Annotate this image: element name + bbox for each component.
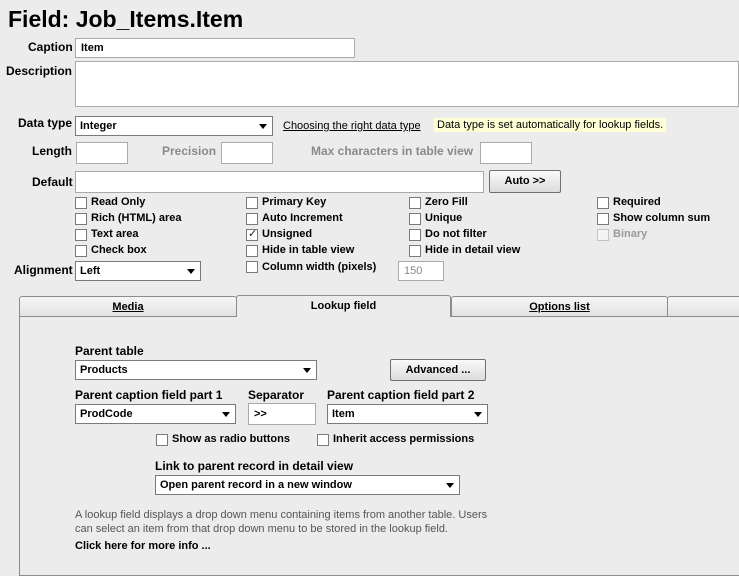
- tab-media[interactable]: Media: [19, 296, 237, 317]
- data-type-label: Data type: [18, 116, 73, 130]
- data-type-help-link[interactable]: Choosing the right data type: [283, 120, 421, 132]
- show-radio-label: Show as radio buttons: [172, 433, 290, 445]
- auto-increment-label: Auto Increment: [262, 212, 343, 224]
- do-not-filter-label: Do not filter: [425, 228, 487, 240]
- check-box-label: Check box: [91, 244, 147, 256]
- chevron-down-icon: [474, 412, 482, 417]
- link-parent-label: Link to parent record in detail view: [155, 459, 354, 473]
- show-column-sum-checkbox[interactable]: [597, 213, 609, 225]
- parent-table-select[interactable]: Products: [75, 360, 317, 380]
- unique-label: Unique: [425, 212, 463, 224]
- description-label: Description: [6, 64, 73, 78]
- alignment-label: Alignment: [14, 263, 73, 277]
- length-input[interactable]: [76, 142, 128, 164]
- separator-input[interactable]: [248, 403, 316, 425]
- chevron-down-icon: [446, 483, 454, 488]
- text-area-label: Text area: [91, 228, 139, 240]
- read-only-checkbox[interactable]: [75, 197, 87, 209]
- precision-label: Precision: [162, 144, 217, 158]
- auto-button[interactable]: Auto >>: [489, 170, 561, 193]
- caption-part2-select[interactable]: Item: [327, 404, 488, 424]
- required-label: Required: [613, 196, 661, 208]
- chevron-down-icon: [222, 412, 230, 417]
- zero-fill-label: Zero Fill: [425, 196, 468, 208]
- column-width-label: Column width (pixels): [262, 261, 377, 273]
- page-title: Field: Job_Items.Item: [8, 6, 244, 32]
- lookup-info-line2: can select an item from that drop down m…: [75, 523, 448, 535]
- column-width-checkbox[interactable]: [246, 261, 258, 273]
- caption-part2-label: Parent caption field part 2: [327, 388, 475, 402]
- show-column-sum-label: Show column sum: [613, 212, 711, 224]
- default-label: Default: [32, 175, 73, 189]
- unsigned-label: Unsigned: [262, 228, 313, 240]
- more-info-link[interactable]: Click here for more info ...: [75, 540, 211, 552]
- hide-detail-view-checkbox[interactable]: [409, 245, 421, 257]
- zero-fill-checkbox[interactable]: [409, 197, 421, 209]
- hide-detail-view-label: Hide in detail view: [425, 244, 521, 256]
- alignment-value: Left: [80, 265, 101, 277]
- unsigned-checkbox[interactable]: ✓: [246, 228, 258, 241]
- chevron-down-icon: [187, 269, 195, 274]
- inherit-permissions-label: Inherit access permissions: [333, 433, 475, 445]
- binary-checkbox[interactable]: [597, 229, 609, 241]
- default-input[interactable]: [75, 171, 484, 193]
- do-not-filter-checkbox[interactable]: [409, 229, 421, 241]
- text-area-checkbox[interactable]: [75, 229, 87, 241]
- tab-more[interactable]: [667, 296, 739, 317]
- parent-table-value: Products: [80, 364, 128, 376]
- column-width-input[interactable]: [398, 261, 444, 281]
- description-textarea[interactable]: [75, 61, 739, 107]
- primary-key-checkbox[interactable]: [246, 197, 258, 209]
- show-radio-checkbox[interactable]: [156, 434, 168, 446]
- data-type-value: Integer: [80, 120, 117, 132]
- binary-label: Binary: [613, 228, 648, 240]
- primary-key-label: Primary Key: [262, 196, 327, 208]
- caption-part2-value: Item: [332, 408, 355, 420]
- advanced-button[interactable]: Advanced ...: [390, 359, 486, 381]
- rich-html-label: Rich (HTML) area: [91, 212, 182, 224]
- data-type-select[interactable]: Integer: [75, 116, 273, 136]
- chevron-down-icon: [303, 368, 311, 373]
- link-parent-value: Open parent record in a new window: [160, 479, 352, 491]
- inherit-permissions-checkbox[interactable]: [317, 434, 329, 446]
- checkmark-icon: ✓: [248, 228, 258, 240]
- separator-label: Separator: [248, 388, 305, 402]
- tab-options-list[interactable]: Options list: [451, 296, 668, 317]
- caption-part1-select[interactable]: ProdCode: [75, 404, 236, 424]
- auto-increment-checkbox[interactable]: [246, 213, 258, 225]
- caption-input[interactable]: [75, 38, 355, 58]
- lookup-info-line1: A lookup field displays a drop down menu…: [75, 509, 488, 521]
- length-label: Length: [32, 144, 72, 158]
- precision-input[interactable]: [221, 142, 273, 164]
- caption-label: Caption: [28, 40, 73, 54]
- check-box-checkbox[interactable]: [75, 245, 87, 257]
- caption-part1-label: Parent caption field part 1: [75, 388, 223, 402]
- unique-checkbox[interactable]: [409, 213, 421, 225]
- parent-table-label: Parent table: [75, 344, 144, 358]
- tab-lookup-field[interactable]: Lookup field: [236, 295, 451, 317]
- caption-part1-value: ProdCode: [80, 408, 133, 420]
- alignment-select[interactable]: Left: [75, 261, 201, 281]
- required-checkbox[interactable]: [597, 197, 609, 209]
- rich-html-checkbox[interactable]: [75, 213, 87, 225]
- hide-table-view-checkbox[interactable]: [246, 245, 258, 257]
- chevron-down-icon: [259, 124, 267, 129]
- hide-table-view-label: Hide in table view: [262, 244, 355, 256]
- data-type-note: Data type is set automatically for looku…: [434, 118, 667, 132]
- max-chars-label: Max characters in table view: [311, 144, 474, 158]
- read-only-label: Read Only: [91, 196, 146, 208]
- link-parent-select[interactable]: Open parent record in a new window: [155, 475, 460, 495]
- max-chars-input[interactable]: [480, 142, 532, 164]
